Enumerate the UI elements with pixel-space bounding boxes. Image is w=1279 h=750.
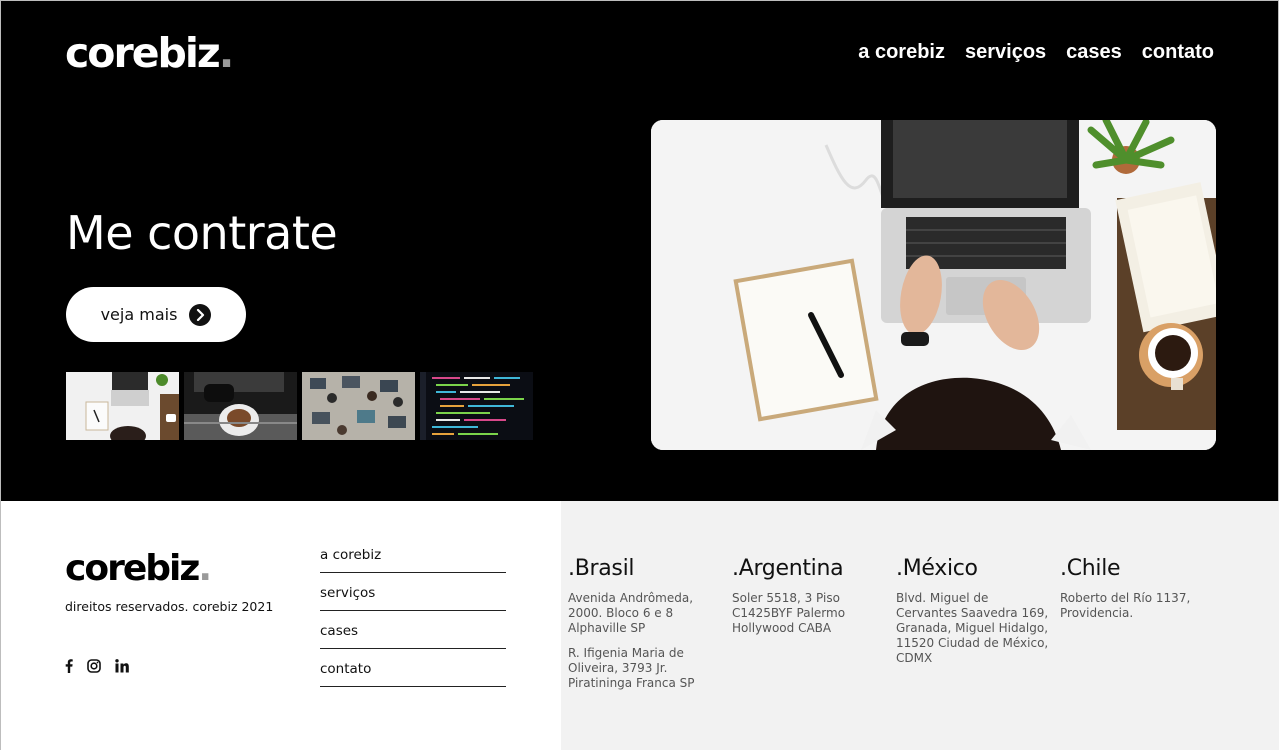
office-brasil: .Brasil Avenida Andrômeda, 2000. Bloco 6… <box>568 556 728 701</box>
office-title: .México <box>896 556 978 581</box>
office-mexico: .México Blvd. Miguel de Cervantes Saaved… <box>896 556 1056 676</box>
chevron-right-icon <box>189 303 212 326</box>
copyright-text: direitos reservados. corebiz 2021 <box>65 599 274 614</box>
cta-label: veja mais <box>100 305 178 324</box>
thumbnail-strip <box>66 372 533 440</box>
office-argentina: .Argentina Soler 5518, 3 Piso C1425BYF P… <box>732 556 892 646</box>
thumbnail-code-screen[interactable] <box>420 372 533 440</box>
thumbnail-team-workspace[interactable] <box>302 372 415 440</box>
footer-nav-a-corebiz[interactable]: a corebiz <box>320 535 506 573</box>
footer-nav: a corebiz serviços cases contato <box>320 535 506 687</box>
thumbnail-laptop-desk[interactable] <box>66 372 179 440</box>
office-address: Soler 5518, 3 Piso C1425BYF Palermo Holl… <box>732 591 846 635</box>
social-links <box>65 659 129 678</box>
office-address: Roberto del Río 1137, Providencia. <box>1060 591 1191 620</box>
office-chile: .Chile Roberto del Río 1137, Providencia… <box>1060 556 1220 631</box>
footer-left: corebiz. direitos reservados. corebiz 20… <box>0 501 561 750</box>
footer-nav-cases[interactable]: cases <box>320 611 506 649</box>
nav-contato[interactable]: contato <box>1142 41 1214 64</box>
office-title: .Argentina <box>732 556 844 581</box>
main-nav: a corebiz serviços cases contato <box>858 41 1214 64</box>
office-address: R. Ifigenia Maria de Oliveira, 3793 Jr. … <box>568 646 695 690</box>
hero-section: corebiz. a corebiz serviços cases contat… <box>0 0 1279 501</box>
nav-a-corebiz[interactable]: a corebiz <box>858 41 945 64</box>
hero-headline: Me contrate <box>66 206 338 260</box>
facebook-icon[interactable] <box>65 659 73 678</box>
nav-cases[interactable]: cases <box>1066 41 1122 64</box>
thumbnail-espresso[interactable] <box>184 372 297 440</box>
hero-workspace-image <box>651 120 1216 450</box>
nav-servicos[interactable]: serviços <box>965 41 1046 64</box>
footer-logo[interactable]: corebiz. <box>65 551 212 587</box>
office-title: .Chile <box>1060 556 1121 581</box>
footer-nav-servicos[interactable]: serviços <box>320 573 506 611</box>
office-address: Blvd. Miguel de Cervantes Saavedra 169, … <box>896 591 1049 665</box>
office-title: .Brasil <box>568 556 635 581</box>
instagram-icon[interactable] <box>87 659 101 678</box>
linkedin-icon[interactable] <box>115 659 129 678</box>
footer-nav-contato[interactable]: contato <box>320 649 506 687</box>
veja-mais-button[interactable]: veja mais <box>66 287 246 342</box>
header-logo[interactable]: corebiz. <box>65 33 234 74</box>
office-address: Avenida Andrômeda, 2000. Bloco 6 e 8 Alp… <box>568 591 694 635</box>
footer-offices: .Brasil Avenida Andrômeda, 2000. Bloco 6… <box>561 501 1279 750</box>
